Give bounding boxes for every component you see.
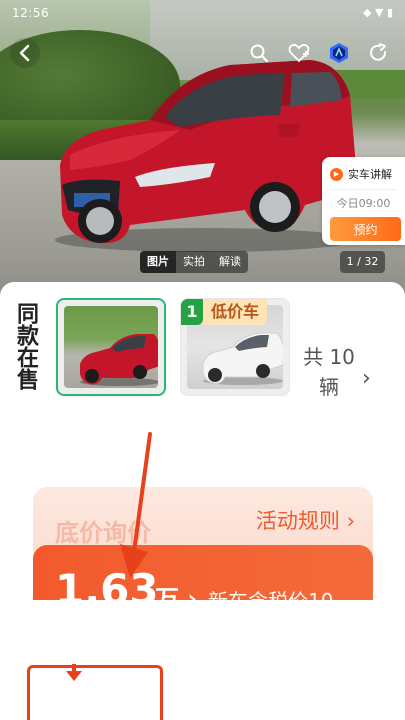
photo-counter: 1 / 32 <box>340 251 385 273</box>
chevron-left-icon <box>19 44 30 62</box>
tab-photos[interactable]: 图片 <box>140 251 176 273</box>
rank-badge: 1 <box>181 299 203 325</box>
annotation-arrow-head <box>66 671 82 681</box>
car-photo-gallery[interactable]: 12:56 ◆ ▼ ▮ ▶ 实车讲解 今日09:00 预约 图片 实拍 解读 1… <box>0 0 405 300</box>
low-price-badge: 低价车 <box>203 299 268 325</box>
share-icon <box>370 43 387 61</box>
car-thumbnail-white <box>202 332 283 385</box>
status-time: 12:56 <box>12 6 50 20</box>
total-count-link[interactable]: 共 10辆 <box>298 342 360 402</box>
annotation-arrow <box>120 432 152 578</box>
favorite-button[interactable] <box>284 38 314 68</box>
brand-button[interactable] <box>324 38 354 68</box>
car-thumbnail-red <box>80 334 158 386</box>
chevron-right-icon: › <box>362 366 371 391</box>
screen: 12:56 ◆ ▼ ▮ ▶ 实车讲解 今日09:00 预约 图片 实拍 解读 1… <box>0 0 405 720</box>
activity-rules-link[interactable]: 活动规则 › <box>256 505 355 535</box>
status-icons: ◆ ▼ ▮ <box>363 6 393 19</box>
heart-plus-icon <box>288 43 310 63</box>
annotation-box <box>27 664 163 720</box>
same-style-car-2[interactable]: 1 低价车 <box>180 298 290 396</box>
share-button[interactable] <box>364 38 394 68</box>
status-bar: 12:56 ◆ ▼ ▮ <box>0 0 405 26</box>
same-style-sheet: 同款在售 1 低价车 共 10辆 › 底价询价 活动规则 › 1.63 万 › <box>0 282 405 720</box>
photo-tabs: 图片 实拍 解读 <box>140 251 248 273</box>
divider <box>330 189 397 190</box>
tab-real-shots[interactable]: 实拍 <box>176 251 212 273</box>
car-image <box>55 60 356 252</box>
book-button[interactable]: 预约 <box>330 217 401 241</box>
live-play-icon: ▶ <box>330 167 343 181</box>
same-style-label: 同款在售 <box>13 302 38 390</box>
live-explain-title: ▶ 实车讲解 <box>330 166 392 182</box>
live-explain-card[interactable]: ▶ 实车讲解 今日09:00 预约 <box>322 157 405 245</box>
car-thumbnail-1 <box>64 306 158 388</box>
live-explain-label: 实车讲解 <box>348 168 392 181</box>
promo-clip <box>33 600 373 640</box>
brand-hexagon-icon <box>330 43 348 63</box>
back-button[interactable] <box>10 38 40 68</box>
fade-band <box>33 600 373 606</box>
search-icon <box>250 44 269 63</box>
search-button[interactable] <box>244 38 274 68</box>
live-explain-time: 今日09:00 <box>336 197 391 210</box>
tab-interpretation[interactable]: 解读 <box>212 251 248 273</box>
same-style-car-1[interactable] <box>56 298 166 396</box>
